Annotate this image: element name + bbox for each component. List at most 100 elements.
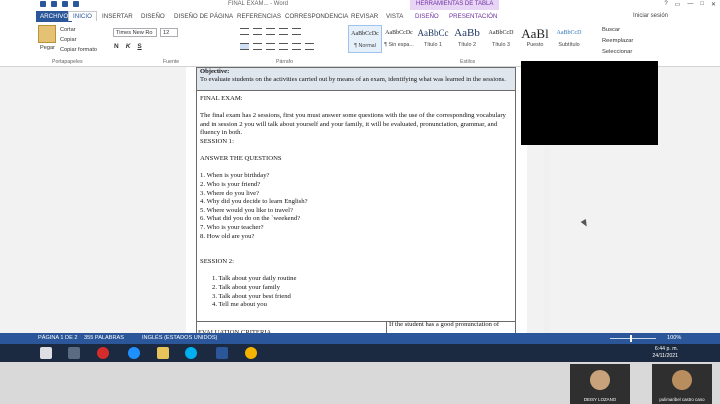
align-center-icon[interactable]	[253, 43, 262, 50]
style-name: Título 2	[458, 42, 476, 48]
tab-view[interactable]: VISTA	[386, 13, 403, 20]
undo-icon[interactable]	[62, 1, 68, 7]
tab-home[interactable]: INICIO	[68, 11, 97, 21]
session-2-label: SESSION 2:	[200, 258, 235, 266]
align-left-icon[interactable]	[240, 43, 249, 50]
tab-file[interactable]: ARCHIVO	[36, 11, 73, 22]
tab-references[interactable]: REFERENCIAS	[237, 13, 281, 20]
ribbon-display-button[interactable]: ▭	[675, 1, 681, 8]
style-name: Puesto	[526, 42, 544, 48]
bullets-icon[interactable]	[240, 28, 249, 35]
task-item: 2. Talk about your family	[212, 284, 280, 292]
font-name-select[interactable]: Times New Ro	[113, 28, 157, 37]
style-sample: AaBbCcDc	[351, 31, 379, 37]
font-format-row: N K S	[114, 43, 142, 50]
shading-icon[interactable]	[305, 43, 314, 50]
cut-button[interactable]: Cortar	[60, 27, 76, 33]
word-count[interactable]: 355 PALABRAS	[84, 333, 124, 344]
paste-label[interactable]: Pegar	[40, 45, 55, 51]
file-explorer-icon[interactable]	[68, 347, 80, 359]
save-icon[interactable]	[51, 1, 57, 7]
style-heading-3[interactable]: AaBbCcD Título 3	[484, 25, 518, 53]
zoom-level[interactable]: 100%	[667, 333, 681, 344]
opera-icon[interactable]	[97, 347, 109, 359]
style-subtitle[interactable]: AaBbCcD Subtítulo	[552, 25, 586, 53]
windows-start-icon[interactable]	[40, 347, 52, 359]
select-button[interactable]: Seleccionar	[602, 49, 632, 55]
chrome-icon[interactable]	[245, 347, 257, 359]
session-1-label: SESSION 1:	[200, 137, 235, 145]
tab-mailings[interactable]: CORRESPONDENCIA	[285, 13, 348, 20]
increase-indent-icon[interactable]	[292, 28, 301, 35]
participant-name: pulimaribel castro cano	[659, 397, 705, 402]
tab-insert[interactable]: INSERTAR	[102, 13, 133, 20]
style-sample: AaBl	[521, 26, 549, 41]
numbering-icon[interactable]	[253, 28, 262, 35]
question-item: 5. Where would you like to travel?	[200, 206, 293, 214]
black-overlay-box	[521, 61, 658, 145]
question-item: 4. Why did you decide to learn English?	[200, 198, 308, 206]
style-no-spacing[interactable]: AaBbCcDc ¶ Sin espa...	[382, 25, 416, 53]
style-heading-2[interactable]: AaBb Título 2	[450, 25, 484, 53]
redo-icon[interactable]	[73, 1, 79, 7]
participant-tile: pulimaribel castro cano	[652, 364, 712, 404]
replace-button[interactable]: Reemplazar	[602, 38, 633, 44]
style-sample: AaBbCcD	[488, 30, 514, 36]
criteria-right-cell[interactable]: If the student has a good pronunciation …	[386, 321, 516, 333]
style-heading-1[interactable]: AaBbCc Título 1	[416, 25, 450, 53]
tab-table-design[interactable]: DISEÑO	[415, 13, 439, 20]
language-indicator[interactable]: INGLÉS (ESTADOS UNIDOS)	[142, 333, 217, 344]
answer-heading: ANSWER THE QUESTIONS	[200, 155, 282, 163]
underline-button[interactable]: S	[137, 43, 141, 50]
justify-icon[interactable]	[279, 43, 288, 50]
zoom-slider-thumb[interactable]	[630, 335, 632, 342]
tab-design[interactable]: DISEÑO	[141, 13, 165, 20]
list-buttons	[240, 28, 301, 35]
tab-review[interactable]: REVISAR	[351, 13, 378, 20]
task-item: 3. Talk about your best friend	[212, 292, 291, 300]
style-normal[interactable]: AaBbCcDc ¶ Normal	[348, 25, 382, 53]
page-count[interactable]: PÁGINA 1 DE 2	[38, 333, 77, 344]
find-button[interactable]: Buscar	[602, 27, 620, 33]
skype-icon[interactable]	[185, 347, 197, 359]
exam-cell[interactable]: FINAL EXAM: The final exam has 2 session…	[196, 91, 516, 333]
multilevel-list-icon[interactable]	[266, 28, 275, 35]
maximize-button[interactable]: □	[700, 1, 704, 8]
task-item: 1. Talk about your daily routine	[212, 275, 297, 283]
bold-button[interactable]: N	[114, 43, 119, 50]
sign-in-link[interactable]: Iniciar sesión	[633, 13, 668, 19]
font-size-select[interactable]: 12	[160, 28, 178, 37]
format-painter-button[interactable]: Copiar formato	[60, 47, 97, 53]
style-sample: AaBbCc	[417, 28, 449, 38]
style-sample: AaBbCcD	[556, 30, 582, 36]
paste-icon[interactable]	[38, 25, 56, 43]
style-name: Título 1	[424, 42, 442, 48]
italic-button[interactable]: K	[126, 43, 131, 50]
minimize-button[interactable]: —	[687, 1, 693, 8]
align-right-icon[interactable]	[266, 43, 275, 50]
participant-name: DEISY LOZANO	[583, 397, 617, 402]
folder-icon[interactable]	[157, 347, 169, 359]
copy-button[interactable]: Copiar	[60, 37, 76, 43]
style-name: ¶ Normal	[354, 43, 376, 49]
tab-table-layout[interactable]: PRESENTACIÓN	[449, 13, 497, 20]
help-button[interactable]: ?	[664, 1, 667, 8]
line-spacing-icon[interactable]	[292, 43, 301, 50]
zoom-slider[interactable]	[610, 338, 656, 339]
internet-explorer-icon[interactable]	[128, 347, 140, 359]
objective-cell[interactable]: Objective: To evaluate students on the a…	[196, 67, 516, 91]
tab-page-layout[interactable]: DISEÑO DE PÁGINA	[174, 13, 233, 20]
style-title[interactable]: AaBl Puesto	[518, 25, 552, 53]
question-item: 3. Where do you live?	[200, 189, 260, 197]
word-app-icon[interactable]	[216, 347, 228, 359]
exam-intro: The final exam has 2 sessions, first you…	[200, 112, 506, 137]
group-label-clipboard: Portapapeles	[52, 59, 83, 65]
close-button[interactable]: ✕	[711, 1, 716, 8]
avatar	[590, 370, 610, 390]
decrease-indent-icon[interactable]	[279, 28, 288, 35]
style-name: ¶ Sin espa...	[384, 42, 414, 48]
style-name: Subtítulo	[558, 42, 580, 48]
word-logo-icon	[40, 1, 46, 7]
alignment-buttons	[240, 43, 314, 50]
taskbar-clock: 6:44 p. m. 24/11/2021	[652, 346, 678, 360]
